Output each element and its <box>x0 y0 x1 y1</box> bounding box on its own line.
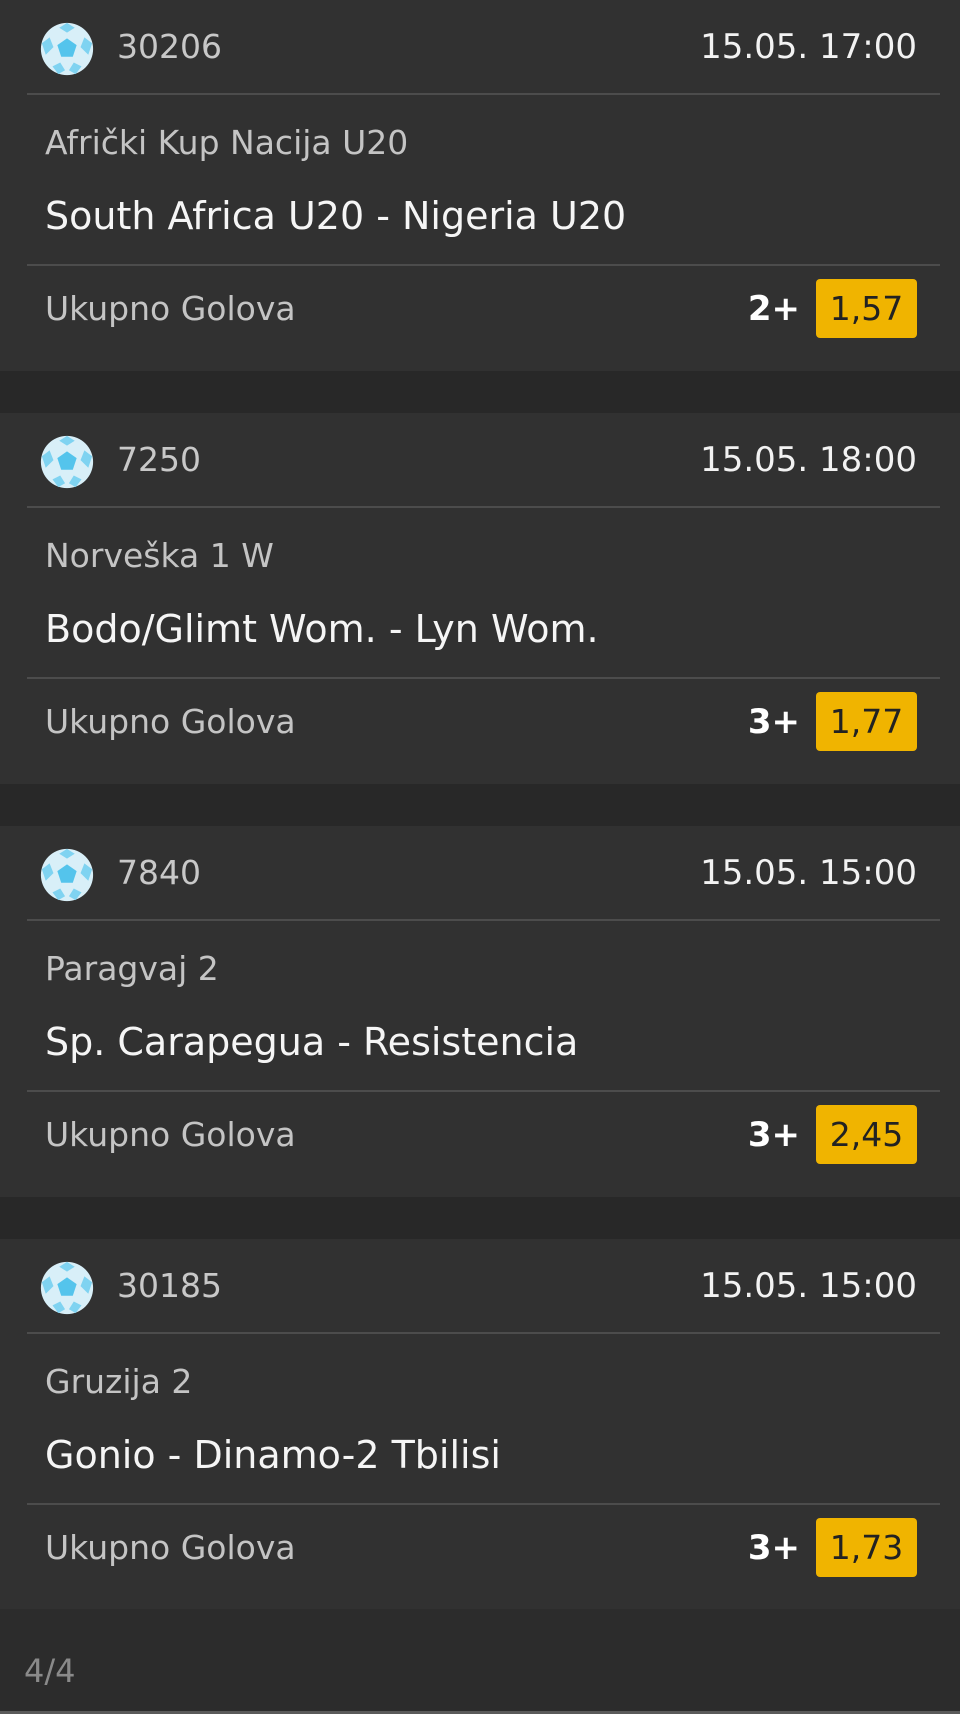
ticket-card[interactable]: 7250 15.05. 18:00 Norveška 1 W Bodo/Glim… <box>0 413 960 784</box>
footer-bar <box>0 1609 960 1714</box>
league-name: Afrički Kup Nacija U20 <box>45 123 409 162</box>
league-name: Gruzija 2 <box>45 1362 193 1401</box>
soccer-ball-icon <box>40 22 94 76</box>
match-teams: Bodo/Glimt Wom. - Lyn Wom. <box>45 607 599 651</box>
league-name: Paragvaj 2 <box>45 949 219 988</box>
match-teams: South Africa U20 - Nigeria U20 <box>45 194 627 238</box>
soccer-ball-icon <box>40 848 94 902</box>
divider <box>27 1332 940 1334</box>
selected-pick: 3+ <box>747 1528 800 1568</box>
market-name: Ukupno Golova <box>45 1528 296 1567</box>
selected-pick: 3+ <box>747 702 800 742</box>
match-datetime: 15.05. 18:00 <box>700 440 917 480</box>
divider <box>27 919 940 921</box>
match-id: 30206 <box>117 27 222 66</box>
match-teams: Gonio - Dinamo-2 Tbilisi <box>45 1433 501 1477</box>
selected-pick: 2+ <box>747 289 800 329</box>
odds-badge[interactable]: 1,57 <box>816 279 917 338</box>
soccer-ball-icon <box>40 435 94 489</box>
odds-badge[interactable]: 1,77 <box>816 692 917 751</box>
match-teams: Sp. Carapegua - Resistencia <box>45 1020 579 1064</box>
divider <box>27 506 940 508</box>
ticket-card[interactable]: 7840 15.05. 15:00 Paragvaj 2 Sp. Carapeg… <box>0 826 960 1197</box>
ticket-card[interactable]: 30185 15.05. 15:00 Gruzija 2 Gonio - Din… <box>0 1239 960 1610</box>
ticket-header: 30185 15.05. 15:00 <box>0 1239 960 1332</box>
league-name: Norveška 1 W <box>45 536 274 575</box>
divider <box>27 1090 940 1092</box>
match-id: 7840 <box>117 853 201 892</box>
divider <box>27 677 940 679</box>
match-datetime: 15.05. 15:00 <box>700 853 917 893</box>
ticket-header: 7250 15.05. 18:00 <box>0 413 960 506</box>
match-id: 7250 <box>117 440 201 479</box>
odds-badge[interactable]: 2,45 <box>816 1105 917 1164</box>
divider <box>27 264 940 266</box>
soccer-ball-icon <box>40 1261 94 1315</box>
market-name: Ukupno Golova <box>45 1115 296 1154</box>
page-counter: 4/4 <box>24 1652 76 1690</box>
market-name: Ukupno Golova <box>45 702 296 741</box>
match-id: 30185 <box>117 1266 222 1305</box>
market-name: Ukupno Golova <box>45 289 296 328</box>
ticket-header: 7840 15.05. 15:00 <box>0 826 960 919</box>
match-datetime: 15.05. 17:00 <box>700 27 917 67</box>
selected-pick: 3+ <box>747 1115 800 1155</box>
odds-badge[interactable]: 1,73 <box>816 1518 917 1577</box>
divider <box>27 1503 940 1505</box>
match-datetime: 15.05. 15:00 <box>700 1266 917 1306</box>
ticket-card[interactable]: 30206 15.05. 17:00 Afrički Kup Nacija U2… <box>0 0 960 371</box>
divider <box>27 93 940 95</box>
ticket-header: 30206 15.05. 17:00 <box>0 0 960 93</box>
